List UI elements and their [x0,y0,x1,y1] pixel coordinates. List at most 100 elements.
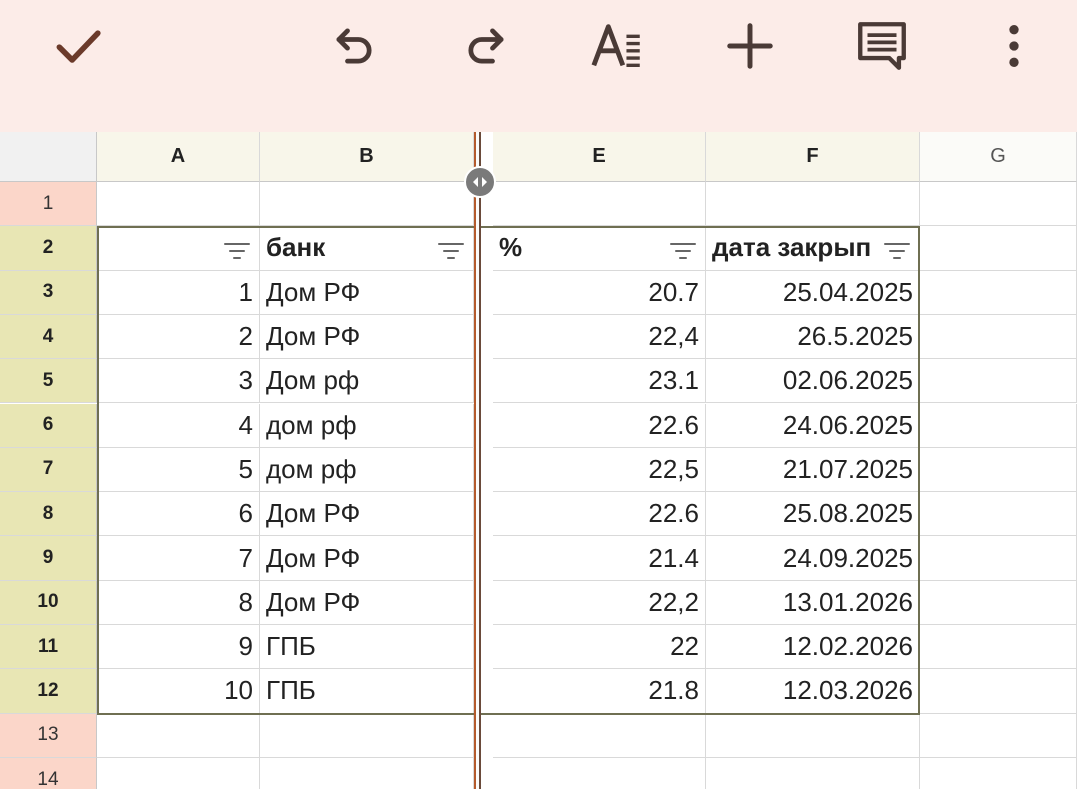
header-cell-a[interactable] [97,226,260,271]
header-cell-b[interactable]: банк [260,226,474,271]
cell-a-5[interactable]: 3 [97,359,260,404]
cell-a-3[interactable]: 1 [97,270,260,315]
empty-cell[interactable] [260,757,474,789]
empty-cell[interactable] [920,669,1077,714]
confirm-button[interactable] [46,14,110,78]
header-cell-f[interactable]: дата закрып [706,226,920,271]
empty-cell[interactable] [920,270,1077,315]
freeze-handle[interactable] [464,166,496,198]
column-header-b[interactable]: B [260,132,474,182]
select-all-corner[interactable] [0,132,97,182]
empty-cell[interactable] [920,447,1077,493]
cell-a-7[interactable]: 5 [97,447,260,493]
cell-a-9[interactable]: 7 [97,536,260,581]
cell-f-12[interactable]: 12.03.2026 [706,669,920,714]
cell-f-6[interactable]: 24.06.2025 [706,403,920,448]
cell-b-5[interactable]: Дом рф [260,359,474,404]
column-header-f[interactable]: F [706,132,920,182]
row-header-13[interactable]: 13 [0,713,97,758]
empty-cell[interactable] [920,580,1077,625]
row-header-4[interactable]: 4 [0,314,97,360]
undo-button[interactable] [322,14,386,78]
cell-e-7[interactable]: 22,5 [493,447,706,493]
cell-b-4[interactable]: Дом РФ [260,314,474,360]
cell-e-11[interactable]: 22 [493,625,706,670]
row-header-1[interactable]: 1 [0,182,97,227]
cell-f-4[interactable]: 26.5.2025 [706,314,920,360]
cell-a-12[interactable]: 10 [97,669,260,714]
cell-e-9[interactable]: 21.4 [493,536,706,581]
empty-cell[interactable] [920,625,1077,670]
cell-a-10[interactable]: 8 [97,580,260,625]
cell-a-4[interactable]: 2 [97,314,260,360]
filter-icon[interactable] [437,237,465,260]
cell-b-7[interactable]: дом рф [260,447,474,493]
empty-cell[interactable] [920,182,1077,227]
empty-cell[interactable] [920,757,1077,789]
row-header-6[interactable]: 6 [0,403,97,448]
empty-cell[interactable] [97,182,260,227]
row-header-2[interactable]: 2 [0,226,97,271]
cell-b-6[interactable]: дом рф [260,403,474,448]
row-header-7[interactable]: 7 [0,447,97,493]
row-header-14[interactable]: 14 [0,757,97,789]
comment-button[interactable] [850,14,914,78]
cell-a-8[interactable]: 6 [97,492,260,537]
empty-cell[interactable] [706,182,920,227]
redo-button[interactable] [454,14,518,78]
empty-cell[interactable] [920,492,1077,537]
empty-cell[interactable] [493,757,706,789]
filter-icon[interactable] [223,237,251,260]
empty-cell[interactable] [97,757,260,789]
freeze-divider[interactable] [474,132,481,789]
more-options-button[interactable] [982,14,1046,78]
cell-f-7[interactable]: 21.07.2025 [706,447,920,493]
cell-e-10[interactable]: 22,2 [493,580,706,625]
row-header-11[interactable]: 11 [0,625,97,670]
header-cell-e[interactable]: % [493,226,706,271]
cell-b-12[interactable]: ГПБ [260,669,474,714]
empty-cell[interactable] [920,403,1077,448]
insert-button[interactable] [718,14,782,78]
row-header-9[interactable]: 9 [0,536,97,581]
cell-e-3[interactable]: 20.7 [493,270,706,315]
row-header-10[interactable]: 10 [0,580,97,625]
cell-b-11[interactable]: ГПБ [260,625,474,670]
text-format-button[interactable] [586,14,650,78]
row-header-12[interactable]: 12 [0,669,97,714]
column-header-e[interactable]: E [493,132,706,182]
cell-e-5[interactable]: 23.1 [493,359,706,404]
cell-e-12[interactable]: 21.8 [493,669,706,714]
empty-cell[interactable] [920,314,1077,360]
empty-cell[interactable] [493,182,706,227]
cell-f-3[interactable]: 25.04.2025 [706,270,920,315]
cell-b-3[interactable]: Дом РФ [260,270,474,315]
empty-cell[interactable] [920,713,1077,758]
empty-cell[interactable] [706,757,920,789]
cell-a-11[interactable]: 9 [97,625,260,670]
row-header-3[interactable]: 3 [0,270,97,315]
empty-cell[interactable] [260,182,474,227]
filter-icon[interactable] [669,237,697,260]
cell-e-6[interactable]: 22.6 [493,403,706,448]
empty-cell[interactable] [920,226,1077,271]
empty-cell[interactable] [706,713,920,758]
empty-cell[interactable] [97,713,260,758]
cell-f-10[interactable]: 13.01.2026 [706,580,920,625]
row-header-5[interactable]: 5 [0,359,97,404]
row-header-8[interactable]: 8 [0,492,97,537]
column-header-a[interactable]: A [97,132,260,182]
cell-f-8[interactable]: 25.08.2025 [706,492,920,537]
empty-cell[interactable] [920,359,1077,404]
cell-e-8[interactable]: 22.6 [493,492,706,537]
empty-cell[interactable] [493,713,706,758]
cell-b-8[interactable]: Дом РФ [260,492,474,537]
cell-a-6[interactable]: 4 [97,403,260,448]
cell-f-9[interactable]: 24.09.2025 [706,536,920,581]
column-header-g[interactable]: G [920,132,1077,182]
cell-b-10[interactable]: Дом РФ [260,580,474,625]
empty-cell[interactable] [260,713,474,758]
filter-icon[interactable] [883,237,911,260]
cell-b-9[interactable]: Дом РФ [260,536,474,581]
cell-f-5[interactable]: 02.06.2025 [706,359,920,404]
